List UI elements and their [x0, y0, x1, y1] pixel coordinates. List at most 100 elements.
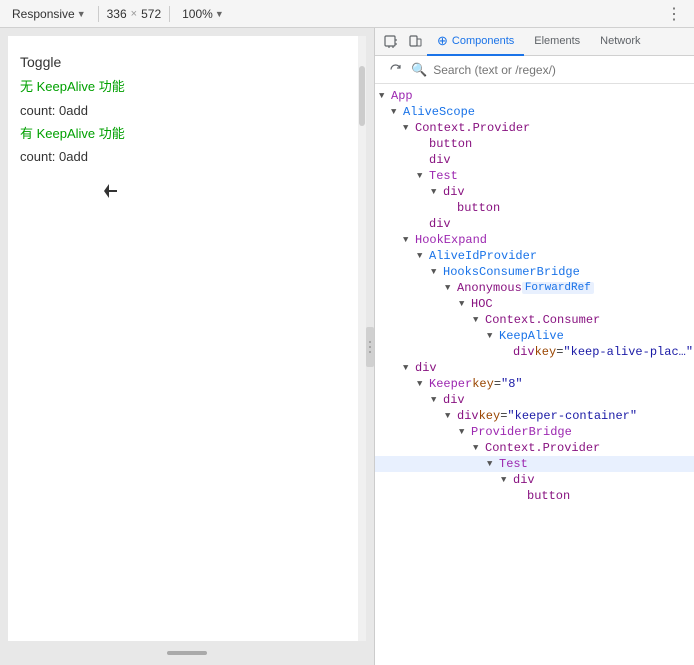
components-tab-icon: ⊕	[437, 33, 448, 49]
count-1-text: count: 0add	[20, 145, 354, 168]
tab-components[interactable]: ⊕ Components	[427, 28, 524, 56]
tag-div-keeper-container: div	[457, 409, 479, 423]
expand-arrow-test-1[interactable]	[417, 171, 429, 181]
component-context-provider-1: Context.Provider	[415, 121, 530, 135]
device-selector[interactable]: Responsive ▼	[8, 5, 90, 23]
zoom-selector[interactable]: 100% ▼	[178, 5, 228, 23]
tree-row-test-1[interactable]: Test	[375, 168, 694, 184]
component-app: App	[391, 89, 413, 103]
viewport-height[interactable]: 572	[141, 7, 161, 21]
expand-arrow-context-provider-2[interactable]	[473, 443, 485, 453]
expand-arrow-context-provider-1[interactable]	[403, 123, 415, 133]
tag-div-outer: div	[415, 361, 437, 375]
tag-div-test-inner: div	[443, 185, 465, 199]
tree-row-alivescope[interactable]: AliveScope	[375, 104, 694, 120]
device-dropdown-arrow: ▼	[77, 9, 86, 19]
tree-row-hooksconsumerbridge[interactable]: HooksConsumerBridge	[375, 264, 694, 280]
tree-row-div-1[interactable]: div	[375, 152, 694, 168]
preview-content: Toggle 无 KeepAlive 功能 count: 0add 有 Keep…	[8, 36, 366, 641]
tree-row-div-outer[interactable]: div	[375, 360, 694, 376]
component-anonymous: Anonymous	[457, 281, 522, 295]
devtools-panel: ⊕ Components Elements Network 🔍	[375, 28, 694, 665]
tree-row-context-provider-2[interactable]: Context.Provider	[375, 440, 694, 456]
preview-scrollbar[interactable]	[358, 36, 366, 641]
components-tab-label: Components	[452, 35, 514, 47]
expand-arrow-app[interactable]	[379, 91, 391, 101]
expand-arrow-anonymous[interactable]	[445, 283, 457, 293]
expand-arrow-context-consumer[interactable]	[473, 315, 485, 325]
tree-row-keeper[interactable]: Keeper key="8"	[375, 376, 694, 392]
expand-arrow-div-outer[interactable]	[403, 363, 415, 373]
inspect-element-btn[interactable]	[379, 30, 403, 54]
tree-row-div-keeper-container[interactable]: div key="keeper-container"	[375, 408, 694, 424]
tree-row-app[interactable]: App	[375, 88, 694, 104]
handle-dot-3	[369, 351, 371, 353]
tree-row-div-keepalive[interactable]: div key="keep-alive-plac…"	[375, 344, 694, 360]
tree-row-div-test-2[interactable]: div	[375, 472, 694, 488]
dimension-x: ×	[131, 8, 137, 20]
tree-row-div-after-test[interactable]: div	[375, 216, 694, 232]
tag-button-1: button	[429, 137, 472, 151]
component-test-2: Test	[499, 457, 528, 471]
devtools-tabs: ⊕ Components Elements Network	[375, 28, 694, 56]
no-keepalive-text: 无 KeepAlive 功能	[20, 75, 354, 98]
tree-row-context-consumer[interactable]: Context.Consumer	[375, 312, 694, 328]
tree-row-div-keeper-inner[interactable]: div	[375, 392, 694, 408]
tree-row-context-provider-1[interactable]: Context.Provider	[375, 120, 694, 136]
expand-arrow-alivescope[interactable]	[391, 107, 403, 117]
tree-row-anonymous[interactable]: Anonymous ForwardRef	[375, 280, 694, 296]
refresh-btn[interactable]	[383, 58, 407, 82]
device-label: Responsive	[12, 7, 75, 21]
component-keeper: Keeper	[429, 377, 472, 391]
expand-arrow-test-2[interactable]	[487, 459, 499, 469]
toggle-text: Toggle	[20, 50, 354, 75]
expand-arrow-aliveidprovider[interactable]	[417, 251, 429, 261]
preview-bottom-handle[interactable]	[167, 651, 207, 655]
attr-val-keeper: "8"	[501, 377, 523, 391]
tree-row-providerbridge[interactable]: ProviderBridge	[375, 424, 694, 440]
tree-row-button-test-inner[interactable]: button	[375, 200, 694, 216]
viewport-width[interactable]: 336	[107, 7, 127, 21]
tree-row-button-test-2[interactable]: button	[375, 488, 694, 504]
zoom-label: 100%	[182, 7, 213, 21]
expand-arrow-keepalive[interactable]	[487, 331, 499, 341]
preview-pane: Toggle 无 KeepAlive 功能 count: 0add 有 Keep…	[0, 28, 375, 665]
expand-arrow-hookexpand[interactable]	[403, 235, 415, 245]
tree-row-button-1[interactable]: button	[375, 136, 694, 152]
expand-arrow-div-keeper-inner[interactable]	[431, 395, 443, 405]
expand-arrow-div-test-2[interactable]	[501, 475, 513, 485]
component-hooksconsumerbridge: HooksConsumerBridge	[443, 265, 580, 279]
tree-row-hookexpand[interactable]: HookExpand	[375, 232, 694, 248]
expand-arrow-div-keeper-container[interactable]	[445, 411, 457, 421]
network-tab-label: Network	[600, 35, 640, 47]
expand-arrow-hoc[interactable]	[459, 299, 471, 309]
tree-row-aliveidprovider[interactable]: AliveIdProvider	[375, 248, 694, 264]
tree-row-keepalive[interactable]: KeepAlive	[375, 328, 694, 344]
expand-arrow-providerbridge[interactable]	[459, 427, 471, 437]
preview-text: Toggle 无 KeepAlive 功能 count: 0add 有 Keep…	[8, 36, 366, 183]
component-providerbridge: ProviderBridge	[471, 425, 572, 439]
cursor-pointer	[104, 184, 112, 200]
component-context-consumer: Context.Consumer	[485, 313, 600, 327]
tab-elements[interactable]: Elements	[524, 28, 590, 56]
count-0-text: count: 0add	[20, 99, 354, 122]
scrollbar-thumb[interactable]	[359, 66, 365, 126]
preview-resize-handle[interactable]	[366, 327, 374, 367]
component-hoc: HOC	[471, 297, 493, 311]
tag-div-1: div	[429, 153, 451, 167]
tag-div-keepalive: div	[513, 345, 535, 359]
attr-eq-keeper: =	[494, 377, 501, 391]
attr-eq-container: =	[500, 409, 507, 423]
expand-arrow-keeper[interactable]	[417, 379, 429, 389]
more-options-btn[interactable]: ⋮	[662, 4, 686, 24]
expand-arrow-hooksconsumerbridge[interactable]	[431, 267, 443, 277]
expand-arrow-div-test-inner[interactable]	[431, 187, 443, 197]
zoom-dropdown-arrow: ▼	[215, 9, 224, 19]
tree-row-test-2[interactable]: Test	[375, 456, 694, 472]
device-toggle-btn[interactable]	[403, 30, 427, 54]
toolbar-left: Responsive ▼ 336 × 572 100% ▼ ⋮	[8, 4, 686, 24]
tree-row-hoc[interactable]: HOC	[375, 296, 694, 312]
tab-network[interactable]: Network	[590, 28, 650, 56]
tree-row-div-test-inner[interactable]: div	[375, 184, 694, 200]
search-input[interactable]	[433, 63, 686, 77]
